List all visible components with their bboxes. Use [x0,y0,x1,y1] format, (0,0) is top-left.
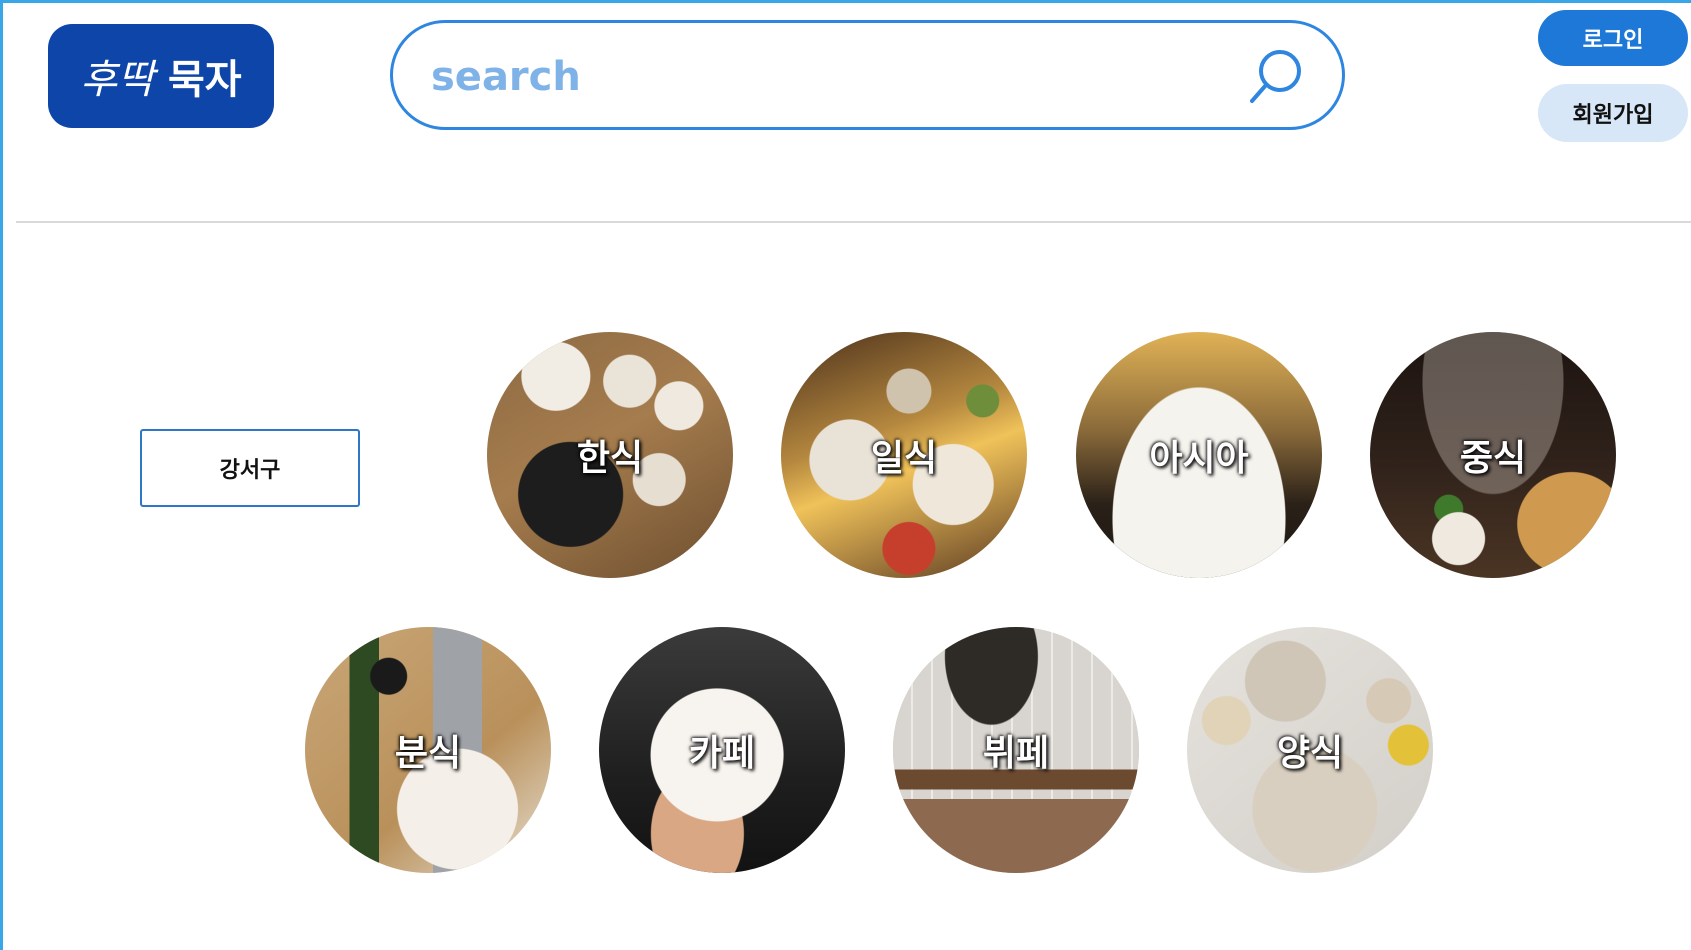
category-label: 한식 [576,438,644,479]
logo-italic-text: 후딱 [80,57,154,103]
signup-button[interactable]: 회원가입 [1538,84,1688,142]
logo-bold-text: 묵자 [168,57,242,103]
category-japanese[interactable]: 일식 [781,332,1027,578]
search-bar [390,20,1345,130]
category-western[interactable]: 양식 [1187,627,1433,873]
category-buffet[interactable]: 뷔페 [893,627,1139,873]
search-input[interactable] [429,41,1213,113]
category-label: 양식 [1276,733,1344,774]
category-label: 중식 [1459,438,1527,479]
category-korean[interactable]: 한식 [487,332,733,578]
search-icon[interactable] [1244,45,1308,109]
category-cafe[interactable]: 카페 [599,627,845,873]
category-asian[interactable]: 아시아 [1076,332,1322,578]
category-chinese[interactable]: 중식 [1370,332,1616,578]
logo[interactable]: 후딱 묵자 [48,24,274,128]
category-label: 카페 [688,733,756,774]
category-label: 일식 [870,438,938,479]
login-button[interactable]: 로그인 [1538,10,1688,66]
category-label: 분식 [394,733,462,774]
header-divider [16,221,1691,223]
region-select-button[interactable]: 강서구 [140,429,360,507]
category-label: 아시아 [1149,438,1249,479]
category-snack[interactable]: 분식 [305,627,551,873]
category-label: 뷔페 [982,733,1050,774]
